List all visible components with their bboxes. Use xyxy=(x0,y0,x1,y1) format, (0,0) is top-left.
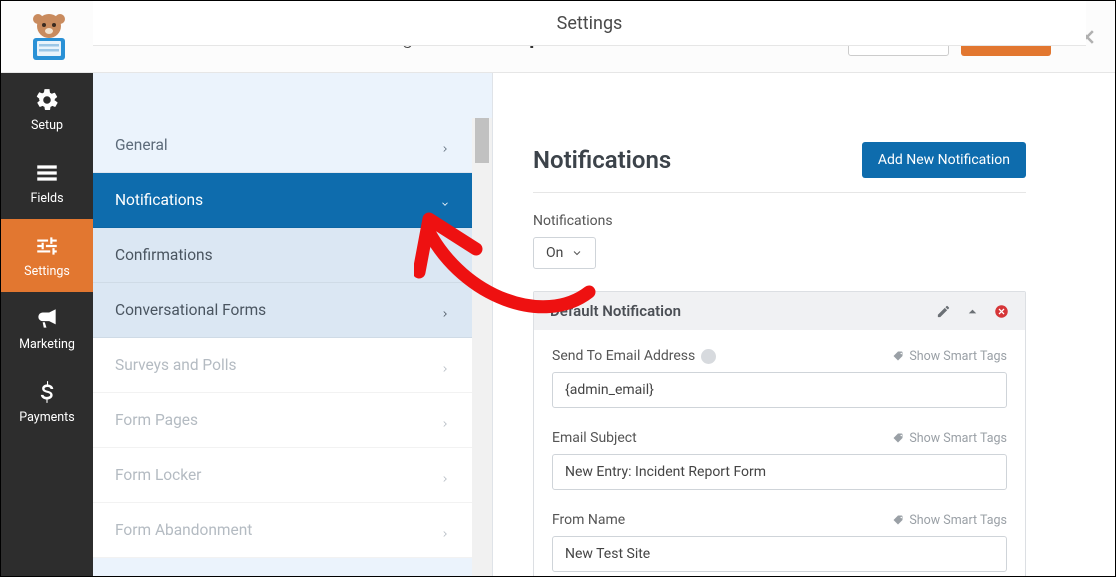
chevron-right-icon xyxy=(440,140,450,150)
tag-icon xyxy=(892,514,904,526)
settings-item-general[interactable]: General xyxy=(93,118,472,173)
delete-icon[interactable] xyxy=(994,304,1009,319)
notifications-toggle-label: Notifications xyxy=(533,213,1026,229)
panel-header: Settings xyxy=(93,1,1086,46)
chevron-right-icon xyxy=(440,360,450,370)
bullhorn-icon xyxy=(34,306,60,332)
field-label: Email Subject xyxy=(552,430,637,446)
tag-icon xyxy=(892,432,904,444)
rail-item-settings[interactable]: Settings xyxy=(1,219,93,292)
app-logo xyxy=(19,10,79,64)
settings-item-form-locker[interactable]: Form Locker xyxy=(93,448,472,503)
settings-item-label: Form Pages xyxy=(115,411,198,429)
chevron-right-icon xyxy=(440,525,450,535)
add-notification-button[interactable]: Add New Notification xyxy=(862,142,1026,178)
field-label: Send To Email Address xyxy=(552,348,716,364)
settings-item-label: Confirmations xyxy=(115,246,213,264)
rail-label: Fields xyxy=(30,191,63,206)
rail-label: Payments xyxy=(19,410,74,425)
sliders-icon xyxy=(34,233,60,259)
settings-item-notifications[interactable]: Notifications xyxy=(93,173,472,228)
chevron-down-icon xyxy=(571,247,583,259)
gear-icon xyxy=(34,87,60,113)
settings-item-label: Conversational Forms xyxy=(115,301,266,319)
field-input-0[interactable] xyxy=(552,372,1007,408)
show-smart-tags-link[interactable]: Show Smart Tags xyxy=(892,349,1007,364)
scrollbar-thumb[interactable] xyxy=(475,118,489,163)
collapse-icon[interactable] xyxy=(965,304,980,319)
settings-item-confirmations[interactable]: Confirmations xyxy=(93,228,472,283)
settings-item-surveys-and-polls[interactable]: Surveys and Polls xyxy=(93,338,472,393)
rail-label: Marketing xyxy=(19,337,75,352)
settings-item-label: General xyxy=(115,136,168,154)
rail-item-marketing[interactable]: Marketing xyxy=(1,292,93,365)
settings-item-label: Surveys and Polls xyxy=(115,356,236,374)
chevron-right-icon xyxy=(440,415,450,425)
list-icon xyxy=(34,160,60,186)
chevron-right-icon xyxy=(440,305,450,315)
rail-item-payments[interactable]: Payments xyxy=(1,365,93,438)
chevron-right-icon xyxy=(440,250,450,260)
settings-item-form-pages[interactable]: Form Pages xyxy=(93,393,472,448)
notifications-toggle[interactable]: On xyxy=(533,237,596,269)
tag-icon xyxy=(892,350,904,362)
field-input-1[interactable] xyxy=(552,454,1007,490)
settings-item-conversational-forms[interactable]: Conversational Forms xyxy=(93,283,472,338)
settings-item-label: Form Locker xyxy=(115,466,201,484)
rail-label: Settings xyxy=(24,264,70,279)
chevron-right-icon xyxy=(440,470,450,480)
chevron-down-icon xyxy=(440,195,450,205)
rail-label: Setup xyxy=(31,118,63,133)
dollar-icon xyxy=(34,379,60,405)
section-heading: Notifications xyxy=(533,146,671,174)
help-icon[interactable] xyxy=(701,349,716,364)
field-label: From Name xyxy=(552,512,625,528)
notification-card-title: Default Notification xyxy=(550,302,681,320)
rail-item-setup[interactable]: Setup xyxy=(1,73,93,146)
show-smart-tags-link[interactable]: Show Smart Tags xyxy=(892,431,1007,446)
field-input-2[interactable] xyxy=(552,536,1007,572)
page-right-gutter xyxy=(1086,73,1115,576)
settings-item-form-abandonment[interactable]: Form Abandonment xyxy=(93,503,472,558)
settings-item-label: Form Abandonment xyxy=(115,521,252,539)
settings-item-label: Notifications xyxy=(115,191,203,209)
rail-item-fields[interactable]: Fields xyxy=(1,146,93,219)
edit-icon[interactable] xyxy=(936,304,951,319)
subpanel-scrollbar[interactable] xyxy=(472,118,492,576)
show-smart-tags-link[interactable]: Show Smart Tags xyxy=(892,513,1007,528)
